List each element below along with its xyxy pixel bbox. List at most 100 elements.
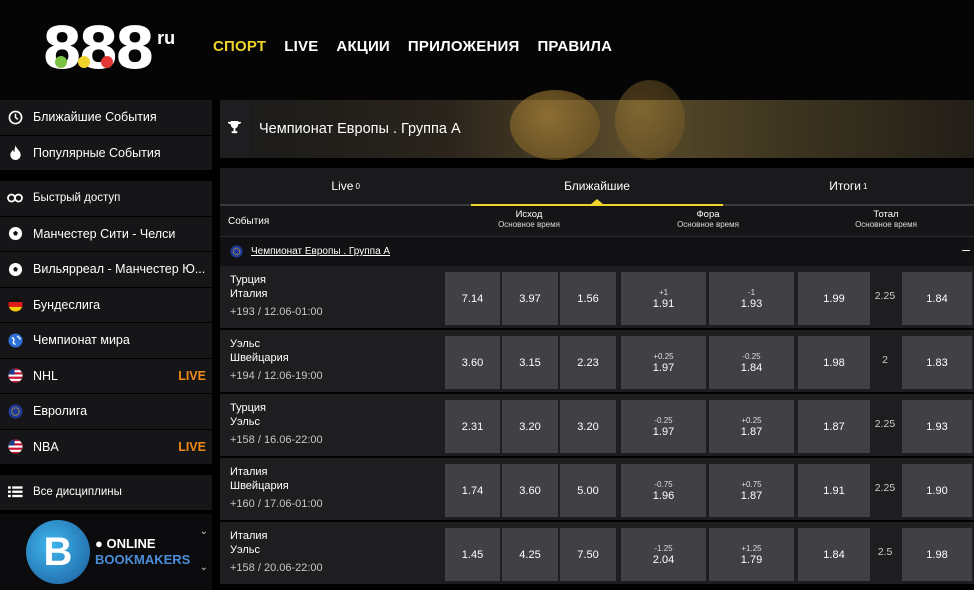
event-meta[interactable]: +158 / 16.06-22:00 [230,434,323,446]
odd-button-o1[interactable]: 1.45 [445,528,500,581]
nav-apps[interactable]: ПРИЛОЖЕНИЯ [408,38,520,55]
odd-button-ox[interactable]: 4.25 [502,528,558,581]
team-away[interactable]: Уэльс [230,544,260,556]
total-line: 2.25 [874,290,896,302]
handicap-value: -0.75 [654,479,673,489]
sidebar-item-upcoming[interactable]: Ближайшие События [0,100,212,136]
odd-button-tunder[interactable]: 1.84 [902,272,972,325]
banner-ball-image [615,80,685,160]
match-row: Италия Швейцария +160 / 17.06-01:00 1.74 3.6… [220,458,974,521]
sidebar-item-bundesliga[interactable]: Бундеслига [0,287,212,323]
odd-button-ox[interactable]: 3.15 [502,336,558,389]
tab-count: 0 [355,181,360,191]
sidebar-item-quick-access[interactable]: Быстрый доступ [0,181,212,217]
sidebar-item-label: NHL [33,368,59,383]
odd-button-tover[interactable]: 1.87 [798,400,870,453]
event-meta[interactable]: +160 / 17.06-01:00 [230,498,323,510]
odd-button-h2[interactable]: -1 1.93 [709,272,794,325]
odd-button-tunder[interactable]: 1.98 [902,528,972,581]
odd-button-tunder[interactable]: 1.93 [902,400,972,453]
team-home[interactable]: Уэльс [230,338,260,350]
chevron-down-icon[interactable]: ⌄ [200,526,208,537]
odd-button-h2[interactable]: +1.25 1.79 [709,528,794,581]
odd-button-o2[interactable]: 1.56 [560,272,616,325]
odd-button-o2[interactable]: 5.00 [560,464,616,517]
odd-button-tover[interactable]: 1.91 [798,464,870,517]
odd-button-o1[interactable]: 3.60 [445,336,500,389]
odd-value: 1.93 [926,420,948,433]
nav-rules[interactable]: ПРАВИЛА [537,38,612,55]
sidebar-item-all-sports[interactable]: Все дисциплины [0,475,212,511]
odd-button-h2[interactable]: -0.25 1.84 [709,336,794,389]
watermark-online-bookmakers: B ● ONLINE BOOKMAKERS ⌄ ⌄ [0,514,212,590]
odd-button-tover[interactable]: 1.84 [798,528,870,581]
odd-button-o1[interactable]: 1.74 [445,464,500,517]
nav-sport[interactable]: СПОРТ [213,38,266,55]
odd-button-o1[interactable]: 2.31 [445,400,500,453]
total-line: 2 [882,354,888,366]
odd-button-ox[interactable]: 3.97 [502,272,558,325]
logo[interactable]: 888 ru [42,19,175,77]
banner-ball-image [510,90,600,160]
sidebar-item-nba[interactable]: NBA LIVE [0,429,212,465]
logo-dot [101,56,113,68]
nav-promos[interactable]: АКЦИИ [336,38,390,55]
sidebar-item-match-1[interactable]: Манчестер Сити - Челси [0,216,212,252]
odd-button-h1[interactable]: -0.75 1.96 [621,464,706,517]
odd-value: 1.91 [652,297,675,310]
event-meta[interactable]: +194 / 12.06-19:00 [230,370,323,382]
odd-value: 1.84 [926,292,948,305]
odd-button-h2[interactable]: +0.75 1.87 [709,464,794,517]
team-home[interactable]: Италия [230,466,267,478]
sidebar-item-world-cup[interactable]: Чемпионат мира [0,323,212,359]
team-away[interactable]: Швейцария [230,352,289,364]
odd-button-h1[interactable]: +1 1.91 [621,272,706,325]
odd-button-o2[interactable]: 2.23 [560,336,616,389]
odd-button-h1[interactable]: -1.25 2.04 [621,528,706,581]
odd-button-tunder[interactable]: 1.90 [902,464,972,517]
tab-live[interactable]: Live 0 [220,168,472,206]
team-away[interactable]: Уэльс [230,416,260,428]
column-outcome-sub: Основное время [498,220,560,229]
odd-button-h1[interactable]: +0.25 1.97 [621,336,706,389]
odd-button-o1[interactable]: 7.14 [445,272,500,325]
odd-button-ox[interactable]: 3.60 [502,464,558,517]
eu-flag-icon [230,245,243,263]
handicap-value: +0.25 [741,415,762,425]
odd-button-tunder[interactable]: 1.83 [902,336,972,389]
odd-button-tover[interactable]: 1.98 [798,336,870,389]
odd-value: 1.91 [823,484,845,497]
odd-button-o2[interactable]: 7.50 [560,528,616,581]
collapse-icon[interactable]: – [962,241,970,257]
odd-button-h1[interactable]: -0.25 1.97 [621,400,706,453]
tab-count: 1 [862,181,868,191]
tab-results[interactable]: Итоги 1 [722,168,974,206]
league-link[interactable]: Чемпионат Европы . Группа A [251,246,390,257]
odd-button-o2[interactable]: 3.20 [560,400,616,453]
odd-button-ox[interactable]: 3.20 [502,400,558,453]
league-row[interactable]: Чемпионат Европы . Группа A – [220,236,974,266]
sidebar-item-popular[interactable]: Популярные События [0,135,212,171]
odd-button-h2[interactable]: +0.25 1.87 [709,400,794,453]
odd-value: 2.31 [461,420,484,433]
event-meta[interactable]: +158 / 20.06-22:00 [230,562,323,574]
sidebar: Ближайшие События Популярные События Быс… [0,100,212,590]
event-tabs: Live 0 Ближайшие Итоги 1 [220,168,974,206]
main-nav: СПОРТ LIVE АКЦИИ ПРИЛОЖЕНИЯ ПРАВИЛА [213,38,612,55]
event-meta[interactable]: +193 / 12.06-01:00 [230,306,323,318]
odd-button-tover[interactable]: 1.99 [798,272,870,325]
team-home[interactable]: Турция [230,402,266,414]
team-away[interactable]: Италия [230,288,267,300]
sidebar-item-match-2[interactable]: Вильярреал - Манчестер Ю... [0,252,212,288]
team-home[interactable]: Италия [230,530,267,542]
chevron-down-icon[interactable]: ⌄ [200,562,208,573]
usa-flag-icon [6,367,24,385]
nav-live[interactable]: LIVE [284,38,318,55]
team-away[interactable]: Швейцария [230,480,289,492]
team-home[interactable]: Турция [230,274,266,286]
tab-label: Live [331,179,354,193]
sidebar-item-nhl[interactable]: NHL LIVE [0,358,212,394]
sidebar-item-euroleague[interactable]: Евролига [0,394,212,430]
active-tab-caret [589,199,604,205]
tab-upcoming[interactable]: Ближайшие [471,168,723,206]
